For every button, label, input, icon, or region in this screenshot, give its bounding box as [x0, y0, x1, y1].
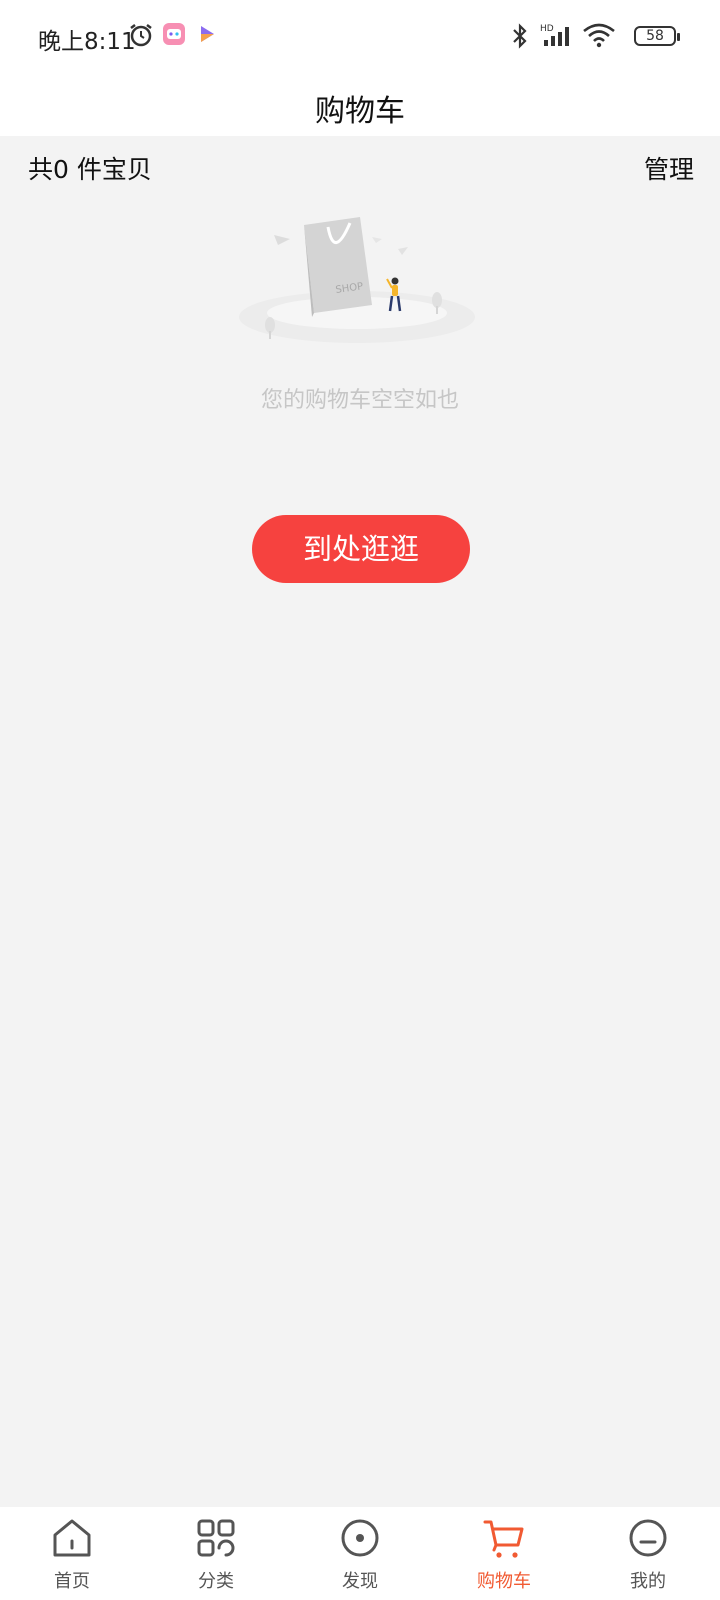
status-time: 晚上8:11: [38, 29, 136, 55]
bottom-tab-bar: 首页 分类 发现 购物车 我的: [0, 1507, 720, 1600]
tab-category[interactable]: 分类: [144, 1507, 288, 1600]
tab-discover[interactable]: 发现: [288, 1507, 432, 1600]
manage-button[interactable]: 管理: [644, 150, 694, 186]
category-icon: [197, 1519, 235, 1557]
tab-cart[interactable]: 购物车: [432, 1507, 576, 1600]
page-title: 购物车: [315, 94, 405, 129]
svg-text:HD: HD: [540, 24, 554, 34]
cart-icon: [483, 1520, 524, 1558]
cart-summary-bar: 共0 件宝贝 管理: [0, 136, 720, 196]
status-bar: 晚上8:11 HD 58: [0, 0, 720, 72]
browse-button[interactable]: 到处逛逛: [252, 515, 470, 583]
alarm-icon: [130, 24, 152, 47]
tab-label-home: 首页: [54, 1571, 90, 1592]
empty-cart-illustration: SHOP: [239, 217, 475, 343]
empty-cart-message: 您的购物车空空如也: [260, 388, 459, 413]
tab-label-category: 分类: [198, 1571, 234, 1592]
signal-icon: HD: [540, 24, 569, 46]
battery-icon: 58: [634, 26, 680, 46]
video-app-icon: [201, 26, 214, 42]
tab-label-discover: 发现: [342, 1571, 378, 1592]
bluetooth-icon: [513, 23, 527, 49]
game-app-icon: [163, 23, 185, 45]
profile-icon: [629, 1519, 667, 1557]
home-icon: [53, 1519, 91, 1557]
wifi-icon: [583, 23, 615, 48]
nav-bar: 购物车: [0, 72, 720, 136]
tab-label-profile: 我的: [630, 1571, 666, 1592]
tab-home[interactable]: 首页: [0, 1507, 144, 1600]
discover-icon: [341, 1519, 379, 1557]
tab-profile[interactable]: 我的: [576, 1507, 720, 1600]
item-count-label: 共0 件宝贝: [28, 155, 152, 184]
tab-label-cart: 购物车: [477, 1571, 531, 1592]
